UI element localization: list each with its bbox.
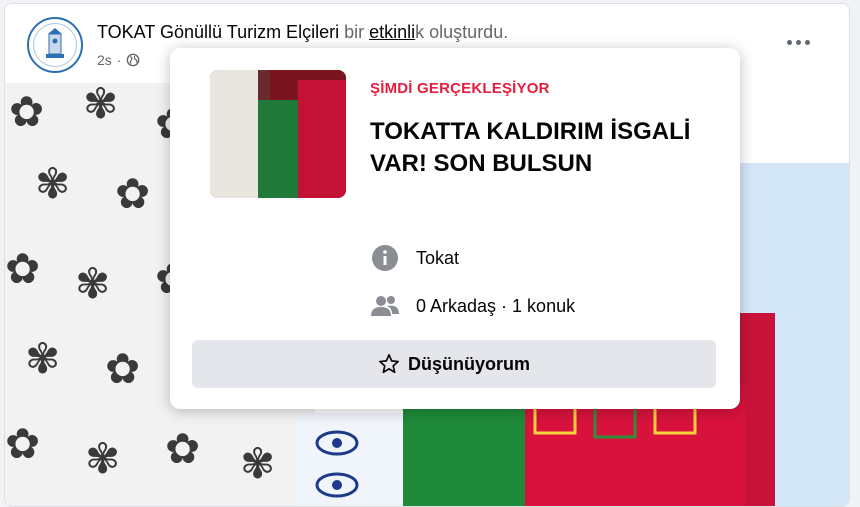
interested-button[interactable]: Düşünüyorum xyxy=(192,340,716,388)
palm-motif: ✾ xyxy=(83,83,119,128)
post-time[interactable]: 2s xyxy=(97,52,112,68)
post-headline: TOKAT Gönüllü Turizm Elçileri bir etkinl… xyxy=(97,22,508,43)
more-dot xyxy=(795,39,801,45)
palm-motif: ✿ xyxy=(115,169,151,218)
page-avatar[interactable] xyxy=(27,17,83,73)
palm-motif: ✾ xyxy=(75,259,111,308)
event-guests[interactable]: 0 Arkadaş · 1 konuk xyxy=(416,296,575,317)
palm-motif: ✾ xyxy=(25,334,61,383)
meta-separator: · xyxy=(116,52,122,68)
palm-motif: ✾ xyxy=(85,434,121,483)
thumb-green-fabric xyxy=(258,100,298,198)
palm-motif: ✾ xyxy=(240,439,276,488)
action-prefix: bir xyxy=(344,22,365,42)
action-suffix: k oluşturdu. xyxy=(415,22,509,42)
event-status: ŞİMDİ GERÇEKLEŞİYOR xyxy=(370,80,550,97)
event-guests-row: 0 Arkadaş · 1 konuk xyxy=(370,291,575,321)
event-title[interactable]: TOKATTA KALDIRIM İSGALİ VAR! SON BULSUN xyxy=(370,116,710,180)
interested-button-label: Düşünüyorum xyxy=(407,353,530,374)
event-link[interactable]: etkinli xyxy=(369,22,415,42)
globe-icon xyxy=(127,53,140,67)
thumb-red-fabric xyxy=(298,80,346,198)
feed-post: TOKAT Gönüllü Turizm Elçileri bir etkinl… xyxy=(4,3,850,507)
thumb-white-fabric xyxy=(210,70,258,198)
event-card[interactable]: ŞİMDİ GERÇEKLEŞİYOR TOKATTA KALDIRIM İSG… xyxy=(170,48,740,409)
palm-motif: ✿ xyxy=(105,344,141,393)
event-thumbnail[interactable] xyxy=(210,70,346,198)
post-meta: 2s · xyxy=(97,52,140,68)
palm-motif: ✿ xyxy=(165,424,201,473)
page-name-link[interactable]: TOKAT Gönüllü Turizm Elçileri xyxy=(97,22,339,42)
star-icon xyxy=(378,354,399,374)
people-icon xyxy=(370,291,400,321)
avatar-seal xyxy=(33,23,77,67)
more-options-icon[interactable] xyxy=(783,32,813,52)
palm-motif: ✿ xyxy=(5,244,41,293)
more-dot xyxy=(786,39,792,45)
event-location-row: Tokat xyxy=(370,243,459,273)
palm-motif: ✾ xyxy=(35,159,71,208)
event-location[interactable]: Tokat xyxy=(416,248,459,269)
info-icon xyxy=(370,243,400,273)
more-dot xyxy=(804,39,810,45)
green-fabric xyxy=(403,403,543,506)
palm-motif: ✿ xyxy=(5,419,41,468)
palm-motif: ✿ xyxy=(9,87,45,136)
